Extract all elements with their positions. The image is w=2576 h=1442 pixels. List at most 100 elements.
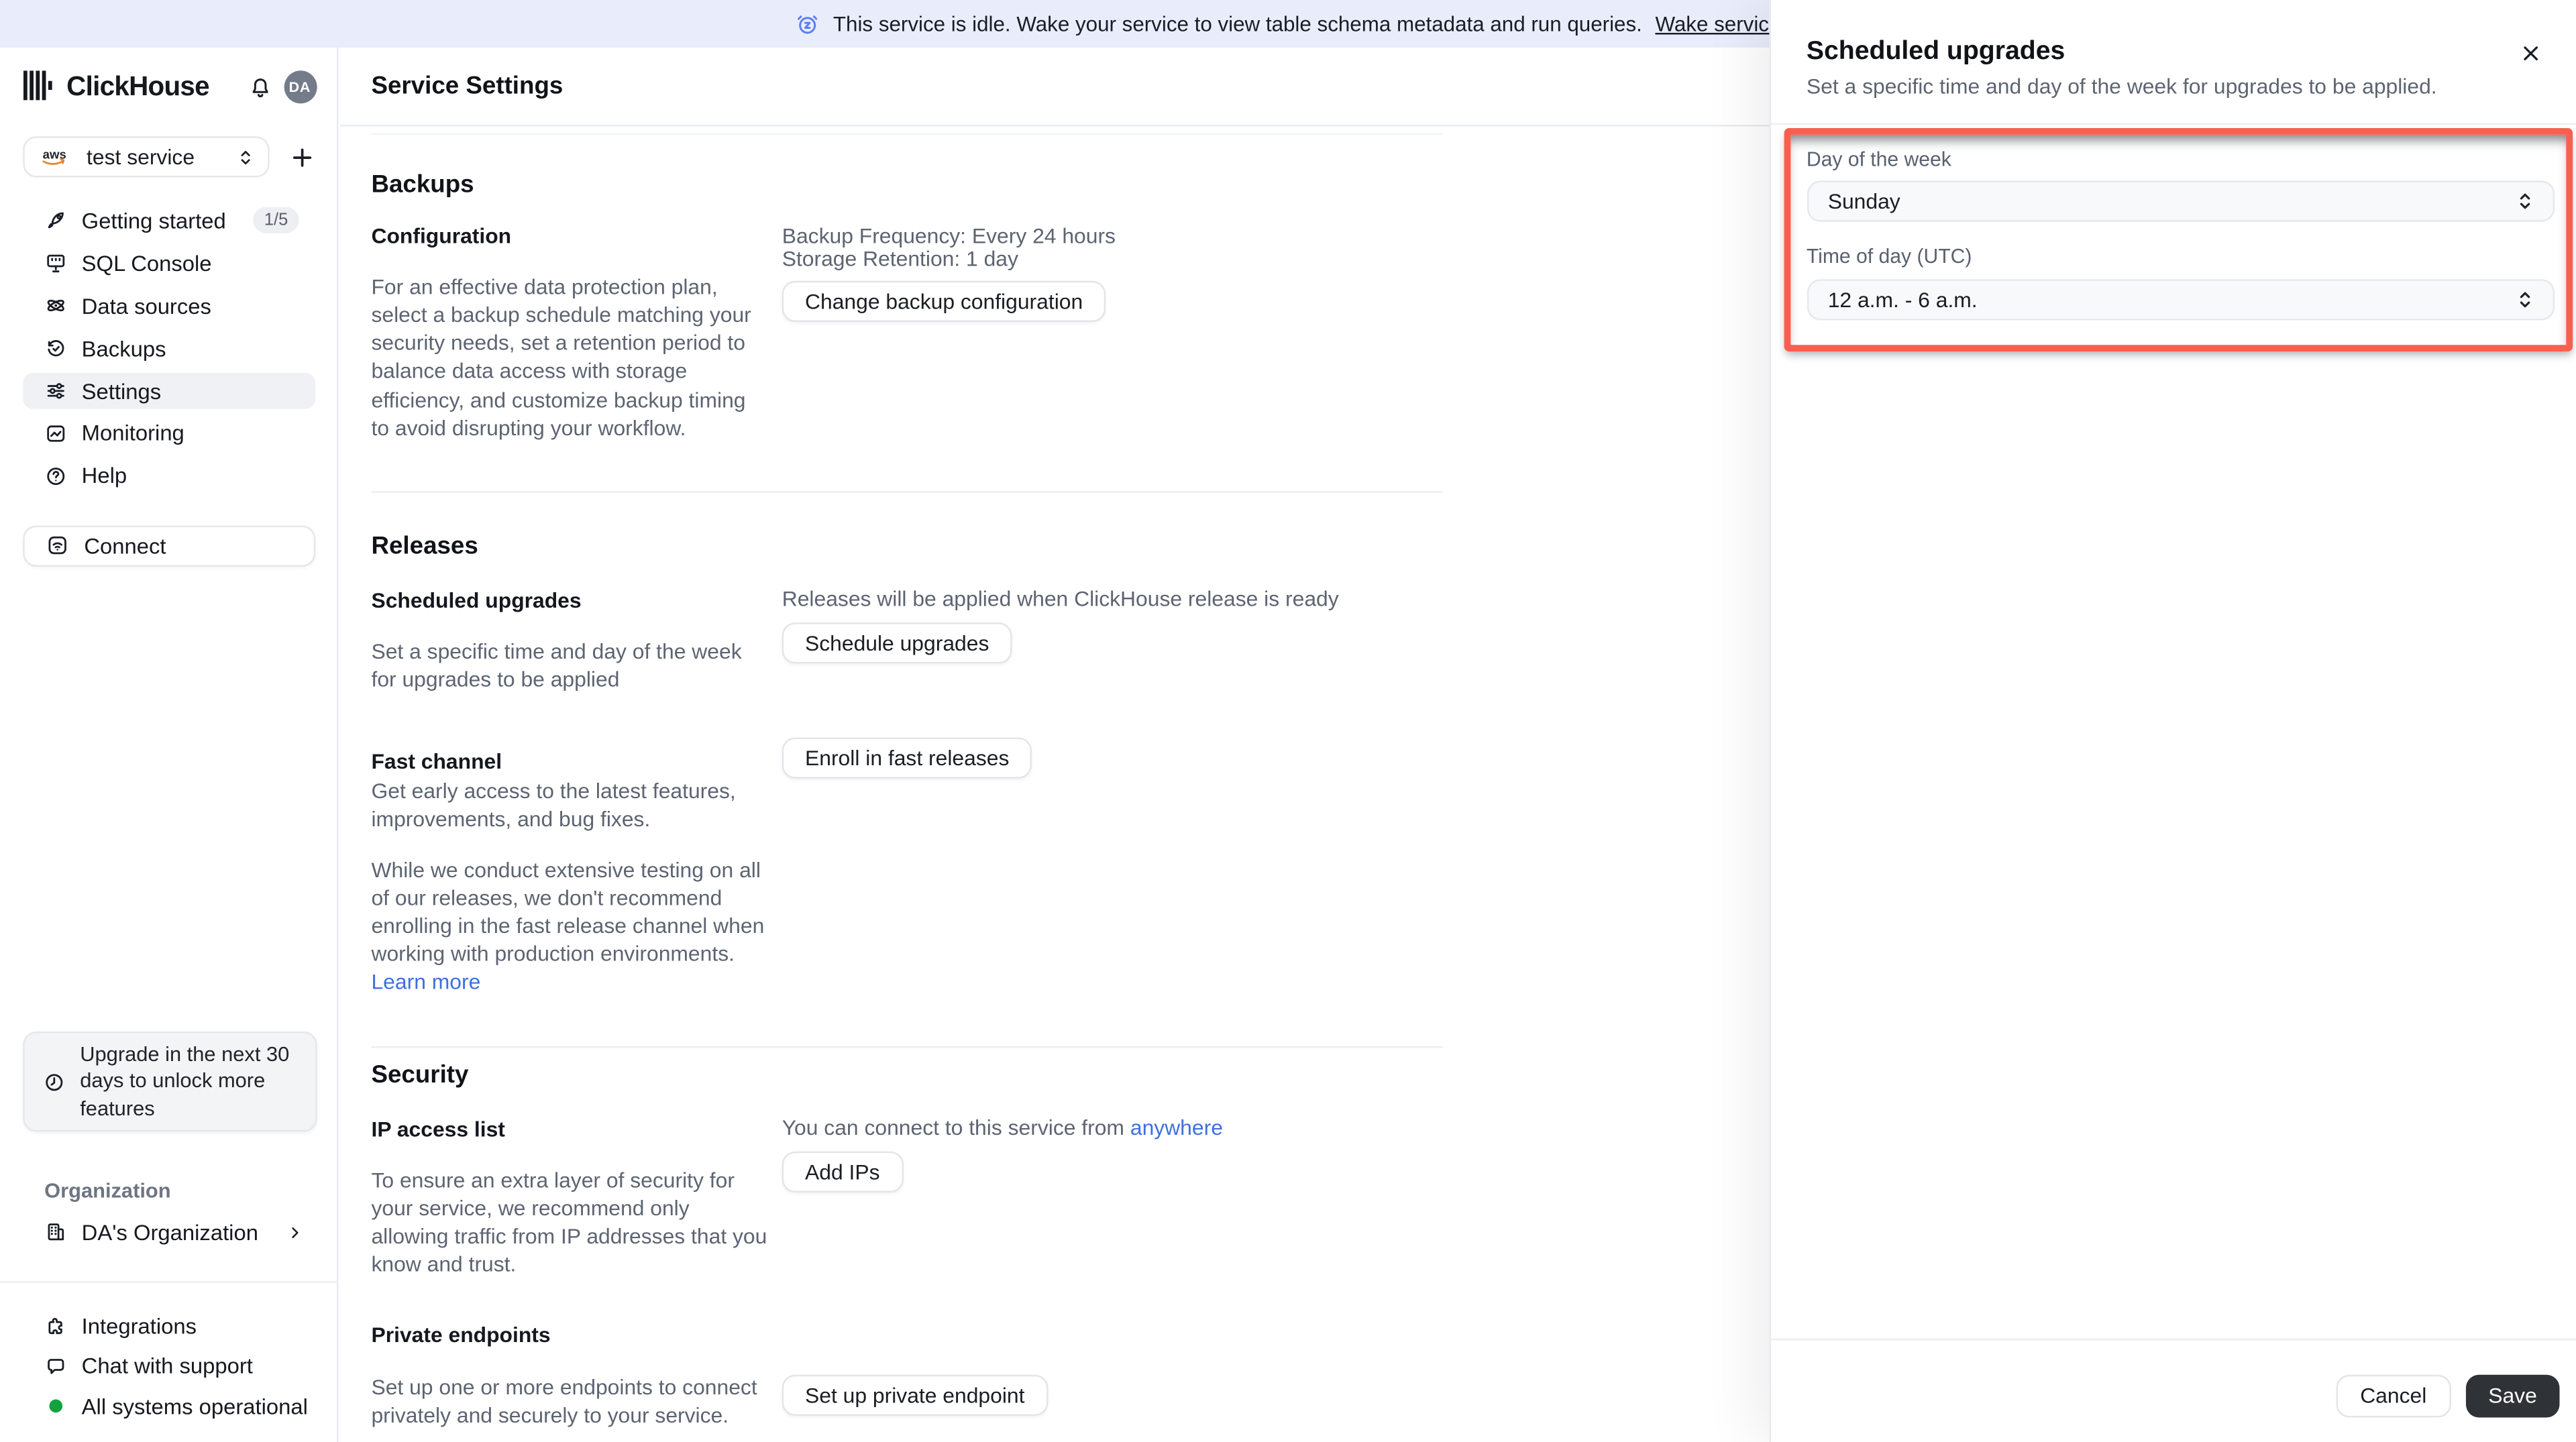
- learn-more-link[interactable]: Learn more: [371, 969, 480, 994]
- organization-name: DA's Organization: [81, 1219, 258, 1245]
- section-divider: [371, 490, 1443, 493]
- progress-badge: 1/5: [252, 207, 300, 234]
- notifications-bell-icon[interactable]: [248, 74, 273, 99]
- sidebar-item-label: SQL Console: [81, 251, 212, 276]
- app-window: This service is idle. Wake your service …: [0, 0, 2576, 1442]
- sidebar-item-label: Settings: [81, 378, 162, 404]
- fast-channel-description-1: Get early access to the latest features,…: [371, 779, 736, 832]
- chat-bubble-icon: [45, 1355, 68, 1378]
- scheduled-upgrades-info: Releases will be applied when ClickHouse…: [782, 587, 1339, 612]
- sliders-icon: [45, 380, 68, 402]
- releases-section-title: Releases: [371, 531, 478, 560]
- private-endpoints-label: Private endpoints: [371, 1323, 551, 1347]
- day-of-week-label: Day of the week: [1806, 147, 1951, 170]
- sidebar-item-backups[interactable]: Backups: [23, 330, 316, 367]
- scheduled-upgrades-label: Scheduled upgrades: [371, 588, 582, 613]
- ip-info-text: You can connect to this service from: [782, 1115, 1124, 1141]
- setup-private-endpoint-button[interactable]: Set up private endpoint: [782, 1374, 1048, 1416]
- chevron-up-down-icon: [2514, 190, 2534, 211]
- time-of-day-value: 12 a.m. - 6 a.m.: [1827, 288, 1978, 313]
- ip-access-list-label: IP access list: [371, 1116, 505, 1142]
- sidebar-item-help[interactable]: Help: [23, 457, 316, 494]
- service-selector[interactable]: aws test service: [22, 137, 270, 178]
- sidebar-item-label: Monitoring: [81, 421, 184, 446]
- wake-service-link[interactable]: Wake service: [1655, 11, 1780, 36]
- sidebar-item-label: Backups: [81, 336, 166, 361]
- sidebar-item-integrations[interactable]: Integrations: [23, 1309, 316, 1343]
- sidebar-item-chat-support[interactable]: Chat with support: [23, 1349, 316, 1383]
- anywhere-link[interactable]: anywhere: [1130, 1116, 1223, 1141]
- sidebar-footer: Integrations Chat with support All syste…: [23, 1309, 316, 1431]
- backup-history-icon: [45, 337, 68, 359]
- upgrade-notice-card[interactable]: Upgrade in the next 30 days to unlock mo…: [22, 1031, 317, 1132]
- settings-scroll-area: Backups Configuration Backup Frequency: …: [340, 126, 1770, 1442]
- connect-button[interactable]: Connect: [22, 524, 316, 567]
- schedule-upgrades-button[interactable]: Schedule upgrades: [782, 622, 1012, 664]
- panel-footer-divider: [1771, 1339, 2576, 1341]
- ip-access-description: To ensure an extra layer of security for…: [371, 1168, 767, 1277]
- main-content: Service Settings Backups Configuration B…: [339, 48, 1770, 1442]
- section-divider: [371, 1046, 1443, 1049]
- sidebar-item-label: Help: [81, 463, 127, 489]
- aws-logo-icon: aws: [39, 147, 73, 168]
- sidebar-divider: [0, 1281, 339, 1283]
- status-green-dot: [49, 1400, 63, 1413]
- sidebar-item-data-sources[interactable]: Data sources: [23, 287, 316, 324]
- chart-icon: [45, 422, 68, 445]
- ip-access-info: You can connect to this service from any…: [782, 1116, 1223, 1141]
- avatar[interactable]: DA: [283, 70, 317, 104]
- help-circle-icon: [45, 465, 68, 488]
- day-of-week-select[interactable]: Sunday: [1806, 180, 2555, 222]
- private-endpoints-description: Set up one or more endpoints to connect …: [371, 1374, 757, 1427]
- organization-item[interactable]: DA's Organization: [23, 1214, 316, 1250]
- page-title: Service Settings: [371, 72, 564, 101]
- connect-wifi-icon: [46, 535, 69, 557]
- console-screen-icon: [45, 252, 68, 274]
- banner-text: This service is idle. Wake your service …: [833, 11, 1642, 36]
- main-header: Service Settings: [339, 48, 1770, 126]
- panel-header-divider: [1771, 122, 2576, 125]
- chevron-up-down-icon: [2514, 290, 2534, 311]
- sidebar-item-label: Getting started: [81, 208, 226, 233]
- storage-retention-value: Storage Retention: 1 day: [782, 247, 1018, 272]
- sidebar-item-label: Data sources: [81, 293, 211, 319]
- brand-name: ClickHouse: [66, 72, 209, 102]
- add-service-button[interactable]: [288, 142, 318, 172]
- sidebar-item-system-status[interactable]: All systems operational: [23, 1390, 316, 1423]
- scheduled-upgrades-description: Set a specific time and day of the week …: [371, 639, 742, 692]
- sidebar-item-settings[interactable]: Settings: [22, 372, 316, 410]
- alarm-snooze-icon: [796, 11, 820, 36]
- status-label: All systems operational: [81, 1394, 308, 1419]
- close-icon[interactable]: [2518, 40, 2544, 66]
- clickhouse-logo-icon: [23, 70, 52, 101]
- backup-frequency-value: Backup Frequency: Every 24 hours: [782, 223, 1116, 248]
- sidebar-item-label: Chat with support: [81, 1353, 253, 1379]
- backups-section-title: Backups: [371, 170, 474, 199]
- sidebar-item-getting-started[interactable]: Getting started 1/5: [23, 203, 316, 239]
- time-of-day-label: Time of day (UTC): [1806, 245, 1972, 268]
- connect-label: Connect: [84, 533, 166, 559]
- chevron-up-down-icon: [237, 148, 255, 167]
- puzzle-icon: [45, 1315, 68, 1337]
- chevron-right-icon: [286, 1223, 305, 1241]
- enroll-fast-releases-button[interactable]: Enroll in fast releases: [782, 737, 1032, 779]
- fast-channel-description-2: While we conduct extensive testing on al…: [371, 855, 769, 995]
- panel-description: Set a specific time and day of the week …: [1806, 73, 2437, 99]
- rocket-icon: [45, 209, 68, 232]
- backups-description: For an effective data protection plan, s…: [371, 274, 751, 440]
- change-backup-configuration-button[interactable]: Change backup configuration: [782, 280, 1106, 322]
- cancel-button[interactable]: Cancel: [2335, 1374, 2452, 1417]
- sidebar-nav: Getting started 1/5 SQL Console Data sou…: [22, 203, 316, 500]
- fast-channel-text: While we conduct extensive testing on al…: [371, 856, 765, 966]
- panel-title: Scheduled upgrades: [1806, 37, 2065, 65]
- add-ips-button[interactable]: Add IPs: [782, 1150, 903, 1193]
- sidebar: ClickHouse DA aws test service Getting s…: [0, 48, 339, 1442]
- service-name: test service: [87, 145, 195, 170]
- configuration-label: Configuration: [371, 224, 512, 249]
- upgrade-notice-text: Upgrade in the next 30 days to unlock mo…: [80, 1042, 290, 1120]
- sidebar-item-sql-console[interactable]: SQL Console: [23, 245, 316, 282]
- time-of-day-select[interactable]: 12 a.m. - 6 a.m.: [1806, 279, 2555, 321]
- save-button[interactable]: Save: [2465, 1374, 2561, 1417]
- sidebar-item-label: Integrations: [81, 1313, 197, 1339]
- sidebar-item-monitoring[interactable]: Monitoring: [23, 415, 316, 452]
